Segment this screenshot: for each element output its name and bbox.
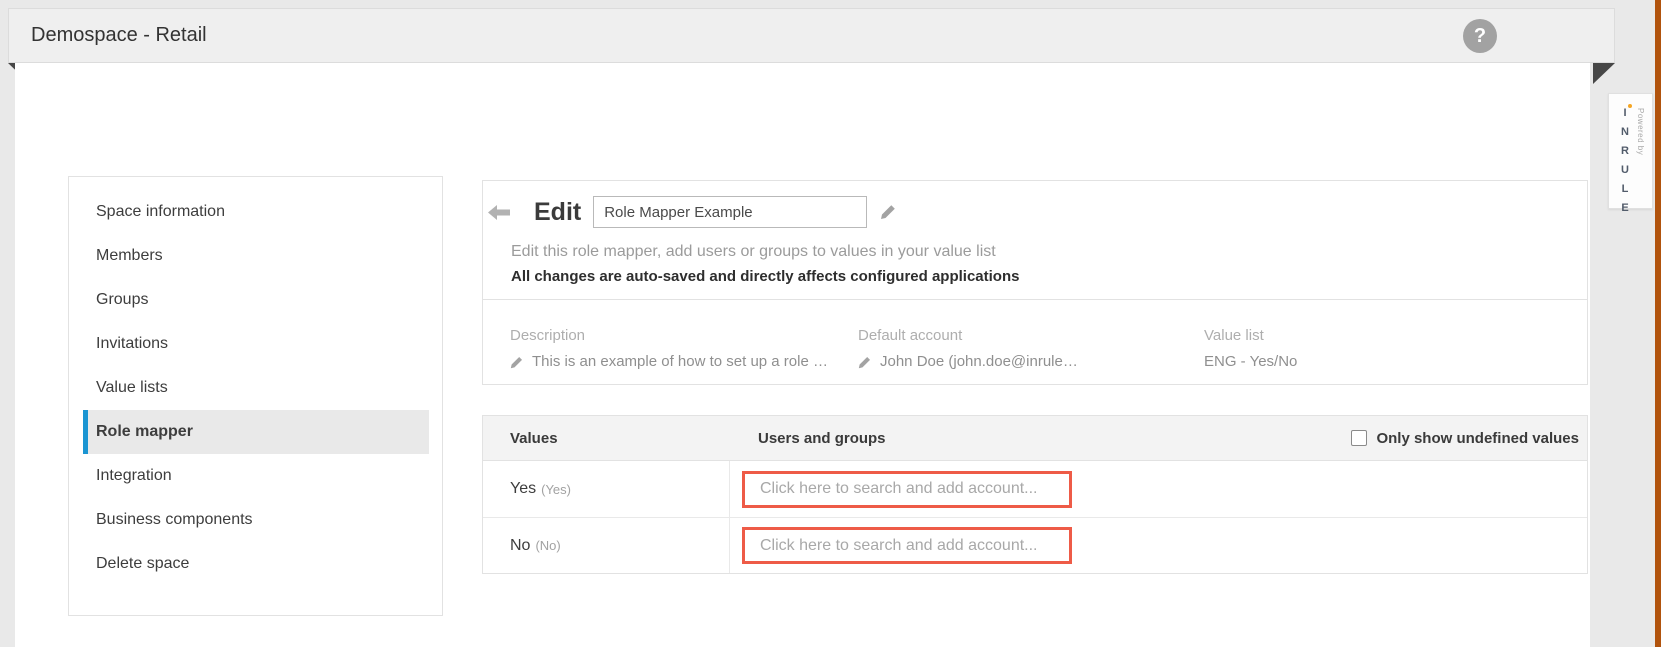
sidebar-item-integration[interactable]: Integration <box>83 454 429 498</box>
row-value-name: Yes <box>510 480 536 498</box>
page-card: Space information Members Groups Invitat… <box>15 63 1590 647</box>
edit-header-section: Edit Edit this role mapper, add users or… <box>483 181 1587 300</box>
description-field: Description This is an example of how to… <box>510 327 840 370</box>
sidebar-item-delete-space[interactable]: Delete space <box>83 542 429 586</box>
screen-edge-strip <box>1655 0 1661 647</box>
role-mapping-table: Values Users and groups Only show undefi… <box>482 415 1588 574</box>
description-label: Description <box>510 327 840 344</box>
add-account-search-input-no[interactable] <box>742 527 1072 564</box>
edit-description-pencil-icon[interactable] <box>510 356 523 369</box>
back-arrow-icon[interactable] <box>488 205 510 220</box>
question-mark-icon: ? <box>1474 26 1486 46</box>
value-list-field: Value list ENG - Yes/No <box>1204 327 1534 370</box>
table-header-row: Values Users and groups Only show undefi… <box>483 416 1587 461</box>
table-row: Yes (Yes) <box>483 461 1587 517</box>
only-show-undefined-checkbox[interactable] <box>1351 430 1367 446</box>
help-button[interactable]: ? <box>1463 19 1497 53</box>
space-settings-sidebar: Space information Members Groups Invitat… <box>68 176 443 616</box>
powered-by-inrule-badge[interactable]: INRULE Powered by <box>1608 93 1653 209</box>
default-account-label: Default account <box>858 327 1188 344</box>
default-account-value: John Doe (john.doe@inrule… <box>880 353 1078 370</box>
sidebar-item-role-mapper[interactable]: Role mapper <box>83 410 429 454</box>
sidebar-item-space-information[interactable]: Space information <box>83 190 429 234</box>
row-value-name: No <box>510 537 530 555</box>
ribbon-fold-right <box>1593 63 1615 84</box>
edit-default-account-pencil-icon[interactable] <box>858 356 871 369</box>
role-mapper-name-input[interactable] <box>593 196 867 228</box>
table-row: No (No) <box>483 517 1587 573</box>
sidebar-item-business-components[interactable]: Business components <box>83 498 429 542</box>
sidebar-item-invitations[interactable]: Invitations <box>83 322 429 366</box>
sidebar-item-members[interactable]: Members <box>83 234 429 278</box>
inrule-logo: INRULE <box>1619 107 1631 221</box>
values-column-header: Values <box>483 430 730 447</box>
page-title: Demospace - Retail <box>31 24 207 47</box>
add-account-search-input-yes[interactable] <box>742 471 1072 508</box>
edit-subtitle: Edit this role mapper, add users or grou… <box>511 243 1587 261</box>
value-list-value: ENG - Yes/No <box>1204 353 1297 370</box>
powered-by-label: Powered by <box>1636 108 1645 155</box>
only-show-undefined-label[interactable]: Only show undefined values <box>1376 430 1579 447</box>
edit-name-pencil-icon[interactable] <box>880 204 896 220</box>
autosave-note: All changes are auto-saved and directly … <box>511 268 1587 285</box>
window-header: Demospace - Retail ? <box>8 8 1615 63</box>
default-account-field: Default account John Doe (john.doe@inrul… <box>858 327 1188 370</box>
edit-heading: Edit <box>534 198 581 227</box>
role-mapper-edit-panel: Edit Edit this role mapper, add users or… <box>482 180 1588 385</box>
sidebar-item-value-lists[interactable]: Value lists <box>83 366 429 410</box>
row-value-code: (Yes) <box>541 482 571 497</box>
row-value-code: (No) <box>535 538 560 553</box>
sidebar-item-groups[interactable]: Groups <box>83 278 429 322</box>
description-value: This is an example of how to set up a ro… <box>532 353 828 370</box>
users-groups-column-header: Users and groups <box>730 430 1351 447</box>
details-section: Description This is an example of how to… <box>483 300 1587 384</box>
value-list-label: Value list <box>1204 327 1534 344</box>
